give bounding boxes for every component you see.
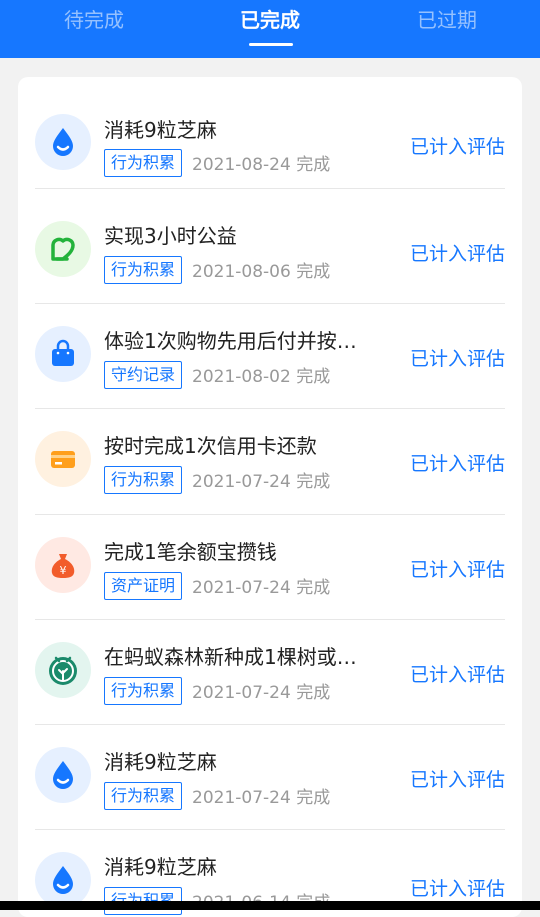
sesame-drop-icon <box>35 747 91 803</box>
item-status[interactable]: 已计入评估 <box>410 449 505 476</box>
item-status[interactable]: 已计入评估 <box>410 660 505 687</box>
list-item[interactable]: ¥ 完成1笔余额宝攒钱 资产证明 2021-07-24 完成 已计入评估 <box>18 515 522 620</box>
system-navigation-bar <box>0 901 540 910</box>
item-title: 消耗9粒芝麻 <box>104 118 217 142</box>
item-tag: 守约记录 <box>104 361 183 389</box>
item-tag: 行为积累 <box>104 677 183 705</box>
credit-card-icon <box>35 431 91 487</box>
top-tab-bar: 待完成 已完成 已过期 <box>0 0 540 58</box>
item-title: 完成1笔余额宝攒钱 <box>104 540 277 564</box>
task-list-card: 消耗9粒芝麻 行为积累 2021-08-24 完成 已计入评估 实现3小时公益 … <box>18 77 522 917</box>
item-title: 按时完成1次信用卡还款 <box>104 434 317 458</box>
list-item[interactable]: 消耗9粒芝麻 行为积累 2021-07-24 完成 已计入评估 <box>18 725 522 830</box>
item-date: 2021-07-24 完成 <box>192 578 331 598</box>
item-title: 消耗9粒芝麻 <box>104 750 217 774</box>
item-date: 2021-07-24 完成 <box>192 472 331 492</box>
list-item[interactable]: 消耗9粒芝麻 行为积累 2021-06-14 完成 已计入评估 <box>18 830 522 915</box>
list-item[interactable]: 消耗9粒芝麻 行为积累 2021-08-24 完成 已计入评估 <box>18 84 522 189</box>
item-status[interactable]: 已计入评估 <box>410 344 505 371</box>
tab-pending[interactable]: 待完成 <box>34 4 154 33</box>
sesame-drop-icon <box>35 114 91 170</box>
item-date: 2021-07-24 完成 <box>192 788 331 808</box>
item-title: 在蚂蚁森林新种成1棵树或… <box>104 645 357 669</box>
item-status[interactable]: 已计入评估 <box>410 765 505 792</box>
svg-text:¥: ¥ <box>60 564 67 577</box>
money-bag-icon: ¥ <box>35 537 91 593</box>
item-status[interactable]: 已计入评估 <box>410 132 505 159</box>
item-title: 消耗9粒芝麻 <box>104 855 217 879</box>
list-item[interactable]: 在蚂蚁森林新种成1棵树或… 行为积累 2021-07-24 完成 已计入评估 <box>18 620 522 725</box>
list-item[interactable]: 按时完成1次信用卡还款 行为积累 2021-07-24 完成 已计入评估 <box>18 409 522 515</box>
list-item[interactable]: 体验1次购物先用后付并按… 守约记录 2021-08-02 完成 已计入评估 <box>18 304 522 409</box>
item-tag: 资产证明 <box>104 572 183 600</box>
item-date: 2021-08-02 完成 <box>192 367 331 387</box>
item-title: 体验1次购物先用后付并按… <box>104 329 357 353</box>
item-date: 2021-07-24 完成 <box>192 683 331 703</box>
charity-heart-icon <box>35 221 91 277</box>
tab-completed[interactable]: 已完成 <box>210 4 330 33</box>
list-item[interactable]: 实现3小时公益 行为积累 2021-08-06 完成 已计入评估 <box>18 199 522 304</box>
item-status[interactable]: 已计入评估 <box>410 874 505 901</box>
item-tag: 行为积累 <box>104 149 183 177</box>
item-status[interactable]: 已计入评估 <box>410 555 505 582</box>
item-tag: 行为积累 <box>104 256 183 284</box>
tree-icon <box>35 642 91 698</box>
item-date: 2021-08-06 完成 <box>192 262 331 282</box>
item-tag: 行为积累 <box>104 782 183 810</box>
item-date: 2021-08-24 完成 <box>192 155 331 175</box>
shopping-bag-icon <box>35 326 91 382</box>
item-status[interactable]: 已计入评估 <box>410 239 505 266</box>
item-tag: 行为积累 <box>104 466 183 494</box>
tab-expired[interactable]: 已过期 <box>387 4 507 33</box>
item-title: 实现3小时公益 <box>104 224 237 248</box>
divider <box>35 188 505 189</box>
active-tab-indicator <box>249 43 293 46</box>
sesame-drop-icon <box>35 852 91 908</box>
